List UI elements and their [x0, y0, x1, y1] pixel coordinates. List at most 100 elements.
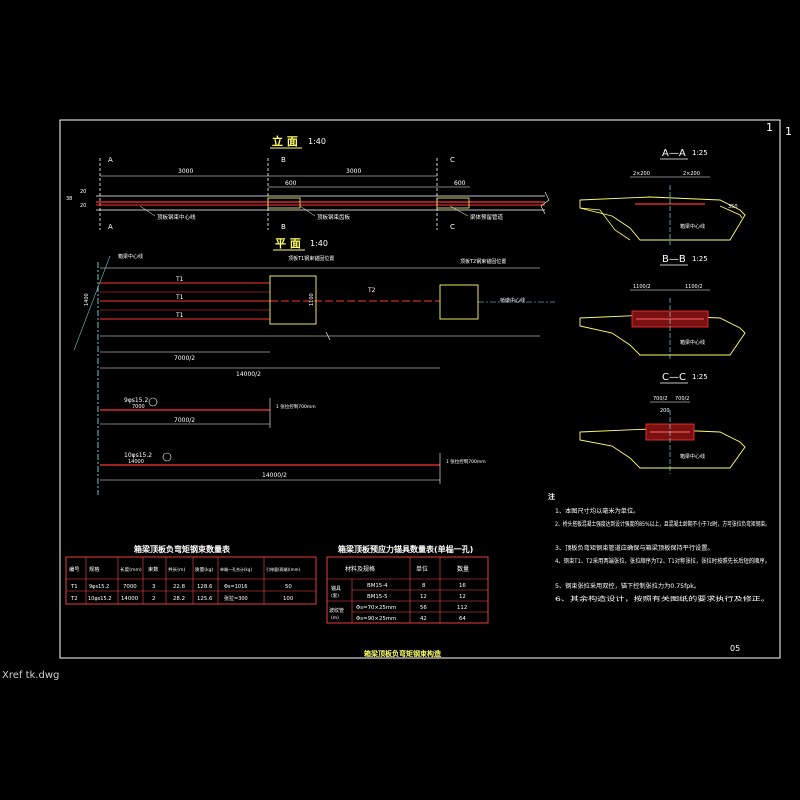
elev-note-2: 顶板钢束齿板: [317, 213, 351, 221]
t1-r1-c4: 28.2: [173, 596, 185, 602]
t1-r1-c6: 张拉=300: [224, 595, 248, 602]
tendon1-half-dim: 7000/2: [174, 417, 195, 424]
t2-group-0: 锚具: [331, 585, 341, 592]
t1-r1-c3: 2: [152, 596, 155, 602]
note-1: 1、本图尺寸均以毫米为单位。: [555, 507, 639, 515]
t1-r1-c1: 10φs15.2: [88, 596, 111, 602]
aa-dim-1: 2×200: [633, 171, 650, 177]
t1-r0-c0: T1: [70, 584, 78, 590]
tendon1-note: 1 张拉控制700mm: [276, 403, 316, 410]
t2-group-3: (m): [331, 615, 339, 621]
t1-header-7: 引伸量(两端)(mm): [266, 566, 300, 572]
plan-dim-14000: 14000/2: [236, 371, 261, 378]
cc-dim-2: 700/2: [675, 396, 689, 402]
elevation-view: 立 面 1:40 A A B B C C 3000 3000 600 600 3…: [66, 134, 550, 231]
page-number-right: 1: [785, 125, 792, 138]
xref-label: Xref tk.dwg: [2, 670, 60, 681]
t2-r1-c2: 12: [459, 594, 466, 600]
plan-left-dim: 1400: [84, 293, 90, 306]
section-cc-title: C—C: [662, 372, 686, 383]
table2-title: 箱梁顶板预应力锚具数量表(单榀一孔): [338, 544, 473, 554]
notes-heading: 注: [548, 492, 555, 501]
tendon-t1-c: T1: [175, 312, 184, 319]
elev-note-3: 梁体预留管道: [470, 213, 504, 221]
t2-r1-c0: BM15-5: [367, 594, 388, 600]
section-a-top: A: [108, 156, 113, 164]
note-6: 6、其余构造设计，按照有关图纸的要求执行及修正。: [555, 595, 770, 603]
t1-r1-c0: T2: [70, 596, 78, 602]
elev-dim-3: 600: [285, 180, 297, 187]
section-b-bottom: B: [281, 223, 286, 231]
aa-dim-2: 2×200: [683, 171, 700, 177]
t2-r0-c2: 16: [459, 583, 466, 589]
aa-side: 350: [728, 204, 738, 210]
elev-dim-2: 3000: [346, 168, 361, 175]
t1-r1-c7: 100: [283, 596, 294, 602]
bb-dim-2: 1100/2: [685, 284, 703, 290]
t1-header-1: 规格: [89, 565, 100, 573]
section-aa-scale: 1:25: [692, 149, 708, 157]
elevation-scale: 1:40: [308, 137, 326, 146]
page-number: 1: [766, 121, 773, 134]
tendon1-length: 7000: [132, 404, 145, 410]
plan-dim-7000: 7000/2: [174, 355, 195, 362]
t1-header-3: 束数: [148, 565, 159, 573]
tendon2-spec: 10φs15.2: [124, 452, 152, 459]
section-bb-scale: 1:25: [692, 255, 708, 263]
tendon2-note: 1 张拉控制700mm: [446, 458, 486, 465]
t1-r0-c4: 22.8: [173, 584, 186, 590]
t2-header-0: 材料及规格: [345, 565, 375, 573]
t2-header-1: 单位: [416, 565, 428, 573]
t1-r0-c7: 50: [285, 584, 292, 590]
t1-r1-c5: 125.6: [197, 596, 213, 602]
t1-header-4: 共长(m): [168, 566, 185, 573]
t1-header-5: 质量(kg): [195, 566, 214, 573]
elev-small-dim-3: 20: [80, 203, 86, 209]
t1-r0-c5: 128.6: [197, 584, 213, 590]
plan-title: 平 面: [275, 237, 301, 250]
plan-label-pier: 桥墩中心线: [500, 297, 525, 304]
elev-small-dim-2: 20: [80, 189, 86, 195]
table-anchorage-quantity: 箱梁顶板预应力锚具数量表(单榀一孔) 材料及规格 单位 数量 锚具 (套) 波纹…: [326, 544, 489, 624]
tendon-t1-a: T1: [175, 276, 184, 283]
plan-block-dim: 1100: [309, 293, 315, 306]
cc-label: 箱梁中心线: [680, 453, 705, 460]
t2-r2-c0: Φs=70×25mm: [356, 605, 396, 611]
bb-dim-1: 1100/2: [633, 284, 651, 290]
elev-dim-4: 600: [454, 180, 466, 187]
t1-r0-c6: Φs=1016: [224, 584, 247, 590]
table1-title: 箱梁顶板负弯矩钢束数量表: [134, 544, 231, 554]
cc-dim-1: 700/2: [653, 396, 667, 402]
table-tendon-quantity: 箱梁顶板负弯矩钢束数量表 编号 规格 长度(mm) 束数 共长(m) 质量(kg…: [65, 544, 317, 605]
t1-r0-c2: 7000: [123, 584, 137, 590]
section-c-bottom: C: [450, 223, 455, 231]
tendon-t1-b: T1: [175, 294, 184, 301]
section-cc-scale: 1:25: [692, 373, 708, 381]
t2-r0-c0: BM15-4: [367, 583, 388, 589]
t2-count-1: 12: [420, 594, 427, 600]
t1-header-6: 单端一孔合计(kg): [220, 566, 252, 572]
t1-r0-c3: 3: [152, 584, 155, 590]
section-a-bottom: A: [108, 223, 113, 231]
section-c-top: C: [450, 156, 455, 164]
plan-label-t2: 顶板T2钢束锚固位置: [460, 258, 506, 265]
note-5: 5、钢束张拉采用双控，锚下控制张拉力为0.75fpk。: [555, 582, 700, 590]
t2-r3-c0: Φs=90×25mm: [356, 616, 396, 622]
elevation-title: 立 面: [272, 134, 298, 148]
section-b-top: B: [281, 156, 286, 164]
t2-anchorage-block: [439, 284, 479, 320]
plan-label-t1: 顶板T1钢束锚固位置: [288, 255, 334, 262]
plan-label-center: 箱梁中心线: [118, 253, 143, 260]
bb-label: 箱梁中心线: [680, 339, 705, 346]
t1-r1-c2: 14000: [121, 596, 139, 602]
cross-sections: A—A 1:25 2×200 2×200 箱梁中心线 350 B—B 1:25 …: [579, 148, 746, 474]
drawing-frame: [59, 119, 781, 659]
notes-block: 注 1、本图尺寸均以毫米为单位。 2、桥头搭板混凝土强度达到设计强度的85%以上…: [548, 492, 770, 603]
t2-count-0: 8: [422, 583, 426, 589]
note-4: 4、钢束T1、T2采用两端张拉，张拉顺序为T2、T1对称张拉，张拉时按照先长后短…: [555, 557, 770, 565]
note-3: 3、顶板负弯矩钢束管道应确保与箱梁顶板保持平行设置。: [555, 544, 714, 552]
t2-header-2: 数量: [457, 565, 469, 573]
t1-r0-c1: 9φs15.2: [89, 584, 109, 590]
elev-note-1: 顶板钢束中心线: [157, 213, 196, 221]
t2-r3-c2: 64: [459, 616, 466, 622]
